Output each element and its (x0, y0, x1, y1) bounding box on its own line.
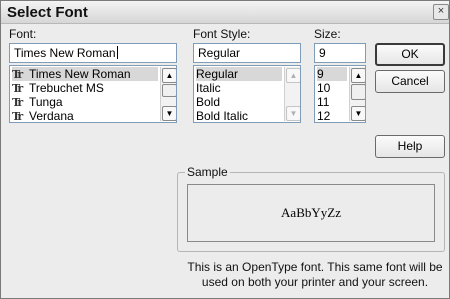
font-style-input[interactable]: Regular (193, 43, 301, 63)
font-name-value: Times New Roman (14, 46, 116, 60)
font-label: Font: (9, 27, 37, 41)
font-list[interactable]: Tr Times New Roman Tr Trebuchet MS Tr Tunga… (9, 65, 177, 123)
close-icon[interactable]: × (433, 4, 449, 20)
list-item[interactable]: Regular (196, 67, 282, 81)
scroll-thumb[interactable] (351, 84, 365, 100)
size-input[interactable]: 9 (314, 43, 366, 63)
list-item[interactable]: Italic (196, 81, 221, 95)
font-style-scrollbar: ▲ ▼ (284, 67, 300, 121)
list-item[interactable]: 9 (317, 67, 347, 81)
ok-button[interactable]: OK (375, 43, 445, 66)
font-style-label: Font Style: (193, 27, 251, 41)
list-item[interactable]: 12 (317, 109, 330, 122)
font-list-scrollbar[interactable]: ▲ ▼ (160, 67, 176, 121)
size-list-scrollbar[interactable]: ▲ ▼ (349, 67, 365, 121)
scroll-thumb[interactable] (162, 84, 176, 97)
list-item[interactable]: Tr Times New Roman (12, 67, 158, 81)
truetype-icon: Tr (12, 96, 23, 109)
scroll-down-icon: ▼ (286, 106, 300, 121)
truetype-icon: Tr (12, 82, 23, 95)
font-style-list[interactable]: Regular Italic Bold Bold Italic ▲ ▼ (193, 65, 301, 123)
description-line-1: This is an OpenType font. This same font… (187, 260, 443, 274)
font-description: This is an OpenType font. This same font… (181, 260, 449, 290)
scroll-up-icon[interactable]: ▲ (162, 68, 176, 83)
cancel-button[interactable]: Cancel (375, 70, 445, 93)
help-button[interactable]: Help (375, 135, 445, 158)
list-item[interactable]: 10 (317, 81, 330, 95)
size-list[interactable]: 9 10 11 12 ▲ ▼ (314, 65, 366, 123)
scroll-down-icon[interactable]: ▼ (351, 106, 365, 121)
sample-preview: AaBbYyZz (187, 184, 435, 242)
scroll-down-icon[interactable]: ▼ (162, 106, 176, 121)
list-item[interactable]: Bold Italic (196, 109, 248, 122)
list-item[interactable]: Tr Trebuchet MS (12, 81, 104, 95)
font-name-input[interactable]: Times New Roman (9, 43, 177, 63)
scroll-up-icon[interactable]: ▲ (351, 68, 365, 83)
size-label: Size: (314, 27, 341, 41)
list-item[interactable]: Bold (196, 95, 220, 109)
select-font-dialog: Select Font × Font: Times New Roman Tr Ti… (0, 0, 450, 299)
list-item[interactable]: Tr Tunga (12, 95, 63, 109)
title-bar[interactable]: Select Font × (1, 1, 449, 24)
sample-label: Sample (185, 165, 230, 179)
text-cursor (116, 46, 118, 59)
list-item[interactable]: Tr Verdana (12, 109, 74, 123)
list-item[interactable]: 11 (317, 95, 329, 109)
dialog-title: Select Font (7, 4, 88, 21)
scroll-up-icon: ▲ (286, 68, 300, 83)
truetype-icon: Tr (12, 68, 23, 81)
description-line-2: used on both your printer and your scree… (201, 275, 429, 289)
truetype-icon: Tr (12, 110, 23, 123)
